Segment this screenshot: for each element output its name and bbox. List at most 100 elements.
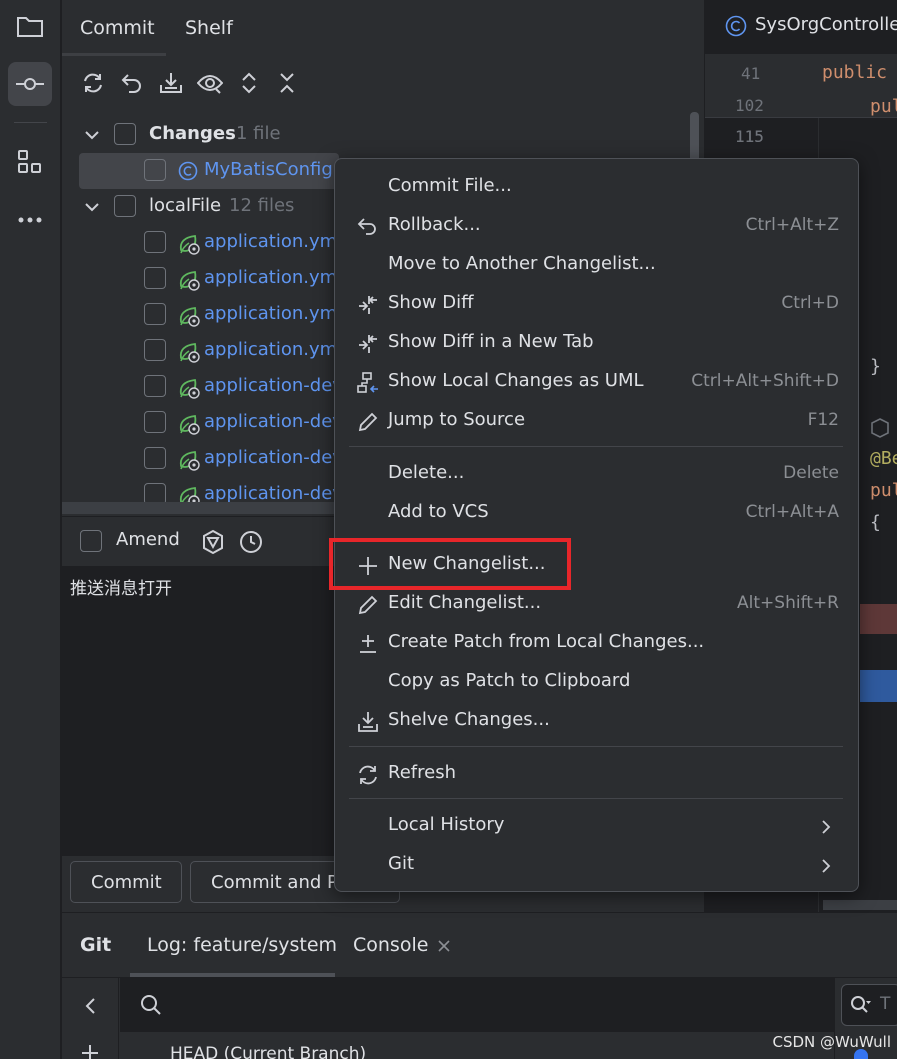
menu-item-move-to-another-changelist[interactable]: Move to Another Changelist... — [335, 247, 857, 285]
editor-tab-title: SysOrgControlle — [755, 14, 897, 35]
tab-commit[interactable]: Commit — [62, 0, 173, 56]
code-keyword: pul — [870, 480, 897, 501]
code-keyword: public — [822, 62, 888, 83]
file-checkbox[interactable] — [144, 339, 166, 361]
chevron-down-icon[interactable] — [84, 199, 100, 215]
file-checkbox[interactable] — [144, 303, 166, 325]
menu-item-edit-changelist[interactable]: Edit Changelist... Alt+Shift+R — [335, 586, 857, 624]
eye-icon[interactable] — [195, 68, 225, 98]
file-name: application-dev — [204, 375, 343, 396]
menu-item-add-to-vcs[interactable]: Add to VCS Ctrl+Alt+A — [335, 495, 857, 533]
menu-item-create-patch[interactable]: Create Patch from Local Changes... — [335, 625, 857, 663]
code-brace: { — [870, 512, 881, 533]
menu-item-delete[interactable]: Delete... Delete — [335, 456, 857, 494]
menu-item-shortcut: F12 — [807, 410, 839, 430]
file-checkbox[interactable] — [144, 159, 166, 181]
menu-item-copy-as-patch[interactable]: Copy as Patch to Clipboard — [335, 664, 857, 702]
editor-tab[interactable]: SysOrgControlle — [705, 0, 897, 54]
menu-item-shelve-changes[interactable]: Shelve Changes... — [335, 703, 857, 741]
amend-checkbox[interactable] — [80, 530, 102, 552]
more-icon[interactable] — [8, 198, 52, 242]
selection-highlight — [860, 670, 897, 702]
refresh-icon[interactable] — [78, 68, 108, 98]
tab-shelf-label: Shelf — [185, 17, 233, 39]
tab-git-label: Git — [80, 934, 112, 956]
changes-count: 1 file — [236, 123, 281, 144]
uml-icon — [357, 372, 379, 394]
menu-separator — [349, 798, 843, 799]
head-branch-label[interactable]: HEAD (Current Branch) — [170, 1044, 366, 1059]
editor-scrollbar[interactable] — [823, 900, 897, 910]
menu-item-show-local-changes-uml[interactable]: Show Local Changes as UML Ctrl+Alt+Shift+… — [335, 364, 857, 402]
changes-file-row[interactable]: MyBatisConfig. — [79, 153, 339, 189]
line-number: 41 — [741, 64, 761, 83]
changes-checkbox[interactable] — [114, 123, 136, 145]
menu-item-local-history[interactable]: Local History — [335, 808, 857, 846]
commit-button[interactable]: Commit — [70, 861, 182, 903]
collapse-all-icon[interactable] — [272, 68, 302, 98]
file-checkbox[interactable] — [144, 231, 166, 253]
ai-gutter-icon[interactable] — [870, 418, 890, 438]
chevron-left-icon[interactable] — [84, 997, 96, 1015]
code-brace: } — [870, 356, 881, 377]
chevron-right-icon — [822, 820, 831, 834]
code-keyword: pul — [870, 96, 897, 117]
shelve-icon[interactable] — [156, 68, 186, 98]
spring-config-icon — [179, 415, 200, 435]
ai-assistant-icon[interactable] — [200, 529, 226, 555]
commit-message-text: 推送消息打开 — [70, 579, 172, 599]
structure-icon[interactable] — [8, 140, 52, 184]
file-name: application.yml — [204, 231, 343, 252]
menu-item-label: Show Diff — [388, 292, 474, 313]
localfile-checkbox[interactable] — [114, 195, 136, 217]
menu-item-label: Move to Another Changelist... — [388, 253, 656, 274]
menu-item-label: Local History — [388, 814, 505, 835]
menu-item-label: Create Patch from Local Changes... — [388, 631, 705, 652]
add-icon[interactable] — [80, 1043, 100, 1059]
changelist-changes-row[interactable]: Changes 1 file — [62, 117, 704, 153]
chevron-down-icon[interactable] — [84, 127, 100, 143]
file-name: application.yml — [204, 267, 343, 288]
menu-item-git[interactable]: Git — [335, 847, 857, 885]
localfile-label: localFile — [149, 195, 222, 216]
line-number: 115 — [735, 127, 764, 146]
tab-console[interactable]: Console — [353, 913, 428, 977]
localfile-count: 12 files — [229, 195, 295, 216]
class-icon — [178, 161, 198, 181]
menu-item-label: Commit File... — [388, 175, 512, 196]
commit-tool-icon[interactable] — [8, 62, 52, 106]
menu-item-commit-file[interactable]: Commit File... — [335, 169, 857, 207]
tab-commit-label: Commit — [80, 17, 155, 39]
rollback-icon — [357, 216, 379, 238]
project-folder-icon[interactable] — [8, 4, 52, 48]
menu-item-rollback[interactable]: Rollback... Ctrl+Alt+Z — [335, 208, 857, 246]
annotation-highlight-box — [329, 538, 571, 590]
menu-item-shortcut: Alt+Shift+R — [737, 593, 839, 613]
menu-item-show-diff-new-tab[interactable]: Show Diff in a New Tab — [335, 325, 857, 363]
menu-item-jump-to-source[interactable]: Jump to Source F12 — [335, 403, 857, 441]
pencil-icon — [357, 594, 379, 616]
file-name: application.yml — [204, 303, 343, 324]
watermark: CSDN @WuWull — [772, 1033, 891, 1051]
log-filter-search[interactable]: T — [841, 984, 897, 1026]
expand-all-icon[interactable] — [234, 68, 264, 98]
file-checkbox[interactable] — [144, 447, 166, 469]
tab-git[interactable]: Git — [80, 913, 111, 977]
tab-log[interactable]: Log: feature/system — [147, 913, 337, 977]
file-name: application-dev — [204, 447, 343, 468]
clock-icon[interactable] — [239, 530, 263, 554]
file-checkbox[interactable] — [144, 267, 166, 289]
file-checkbox[interactable] — [144, 375, 166, 397]
rollback-icon[interactable] — [117, 68, 147, 98]
menu-item-show-diff[interactable]: Show Diff Ctrl+D — [335, 286, 857, 324]
tab-shelf[interactable]: Shelf — [167, 0, 251, 56]
menu-item-refresh[interactable]: Refresh — [335, 756, 857, 794]
close-icon[interactable] — [438, 940, 450, 952]
file-checkbox[interactable] — [144, 411, 166, 433]
amend-label[interactable]: Amend — [116, 529, 180, 550]
menu-item-shortcut: Ctrl+D — [781, 293, 839, 313]
class-icon — [725, 15, 747, 37]
horizontal-scrollbar[interactable] — [62, 502, 334, 514]
diff-deleted-marker — [860, 604, 897, 634]
log-search-bar[interactable] — [120, 978, 834, 1032]
